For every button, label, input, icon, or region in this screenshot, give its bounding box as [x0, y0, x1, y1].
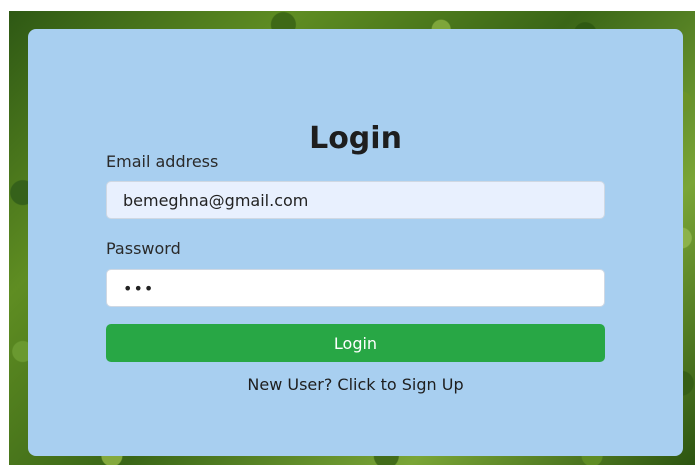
email-label: Email address: [106, 152, 219, 171]
login-card: Login Email address Password Login New U…: [28, 29, 683, 456]
password-label: Password: [106, 239, 181, 258]
signup-link[interactable]: New User? Click to Sign Up: [28, 375, 683, 395]
login-button[interactable]: Login: [106, 324, 605, 362]
password-input[interactable]: [106, 269, 605, 307]
email-input[interactable]: [106, 181, 605, 219]
